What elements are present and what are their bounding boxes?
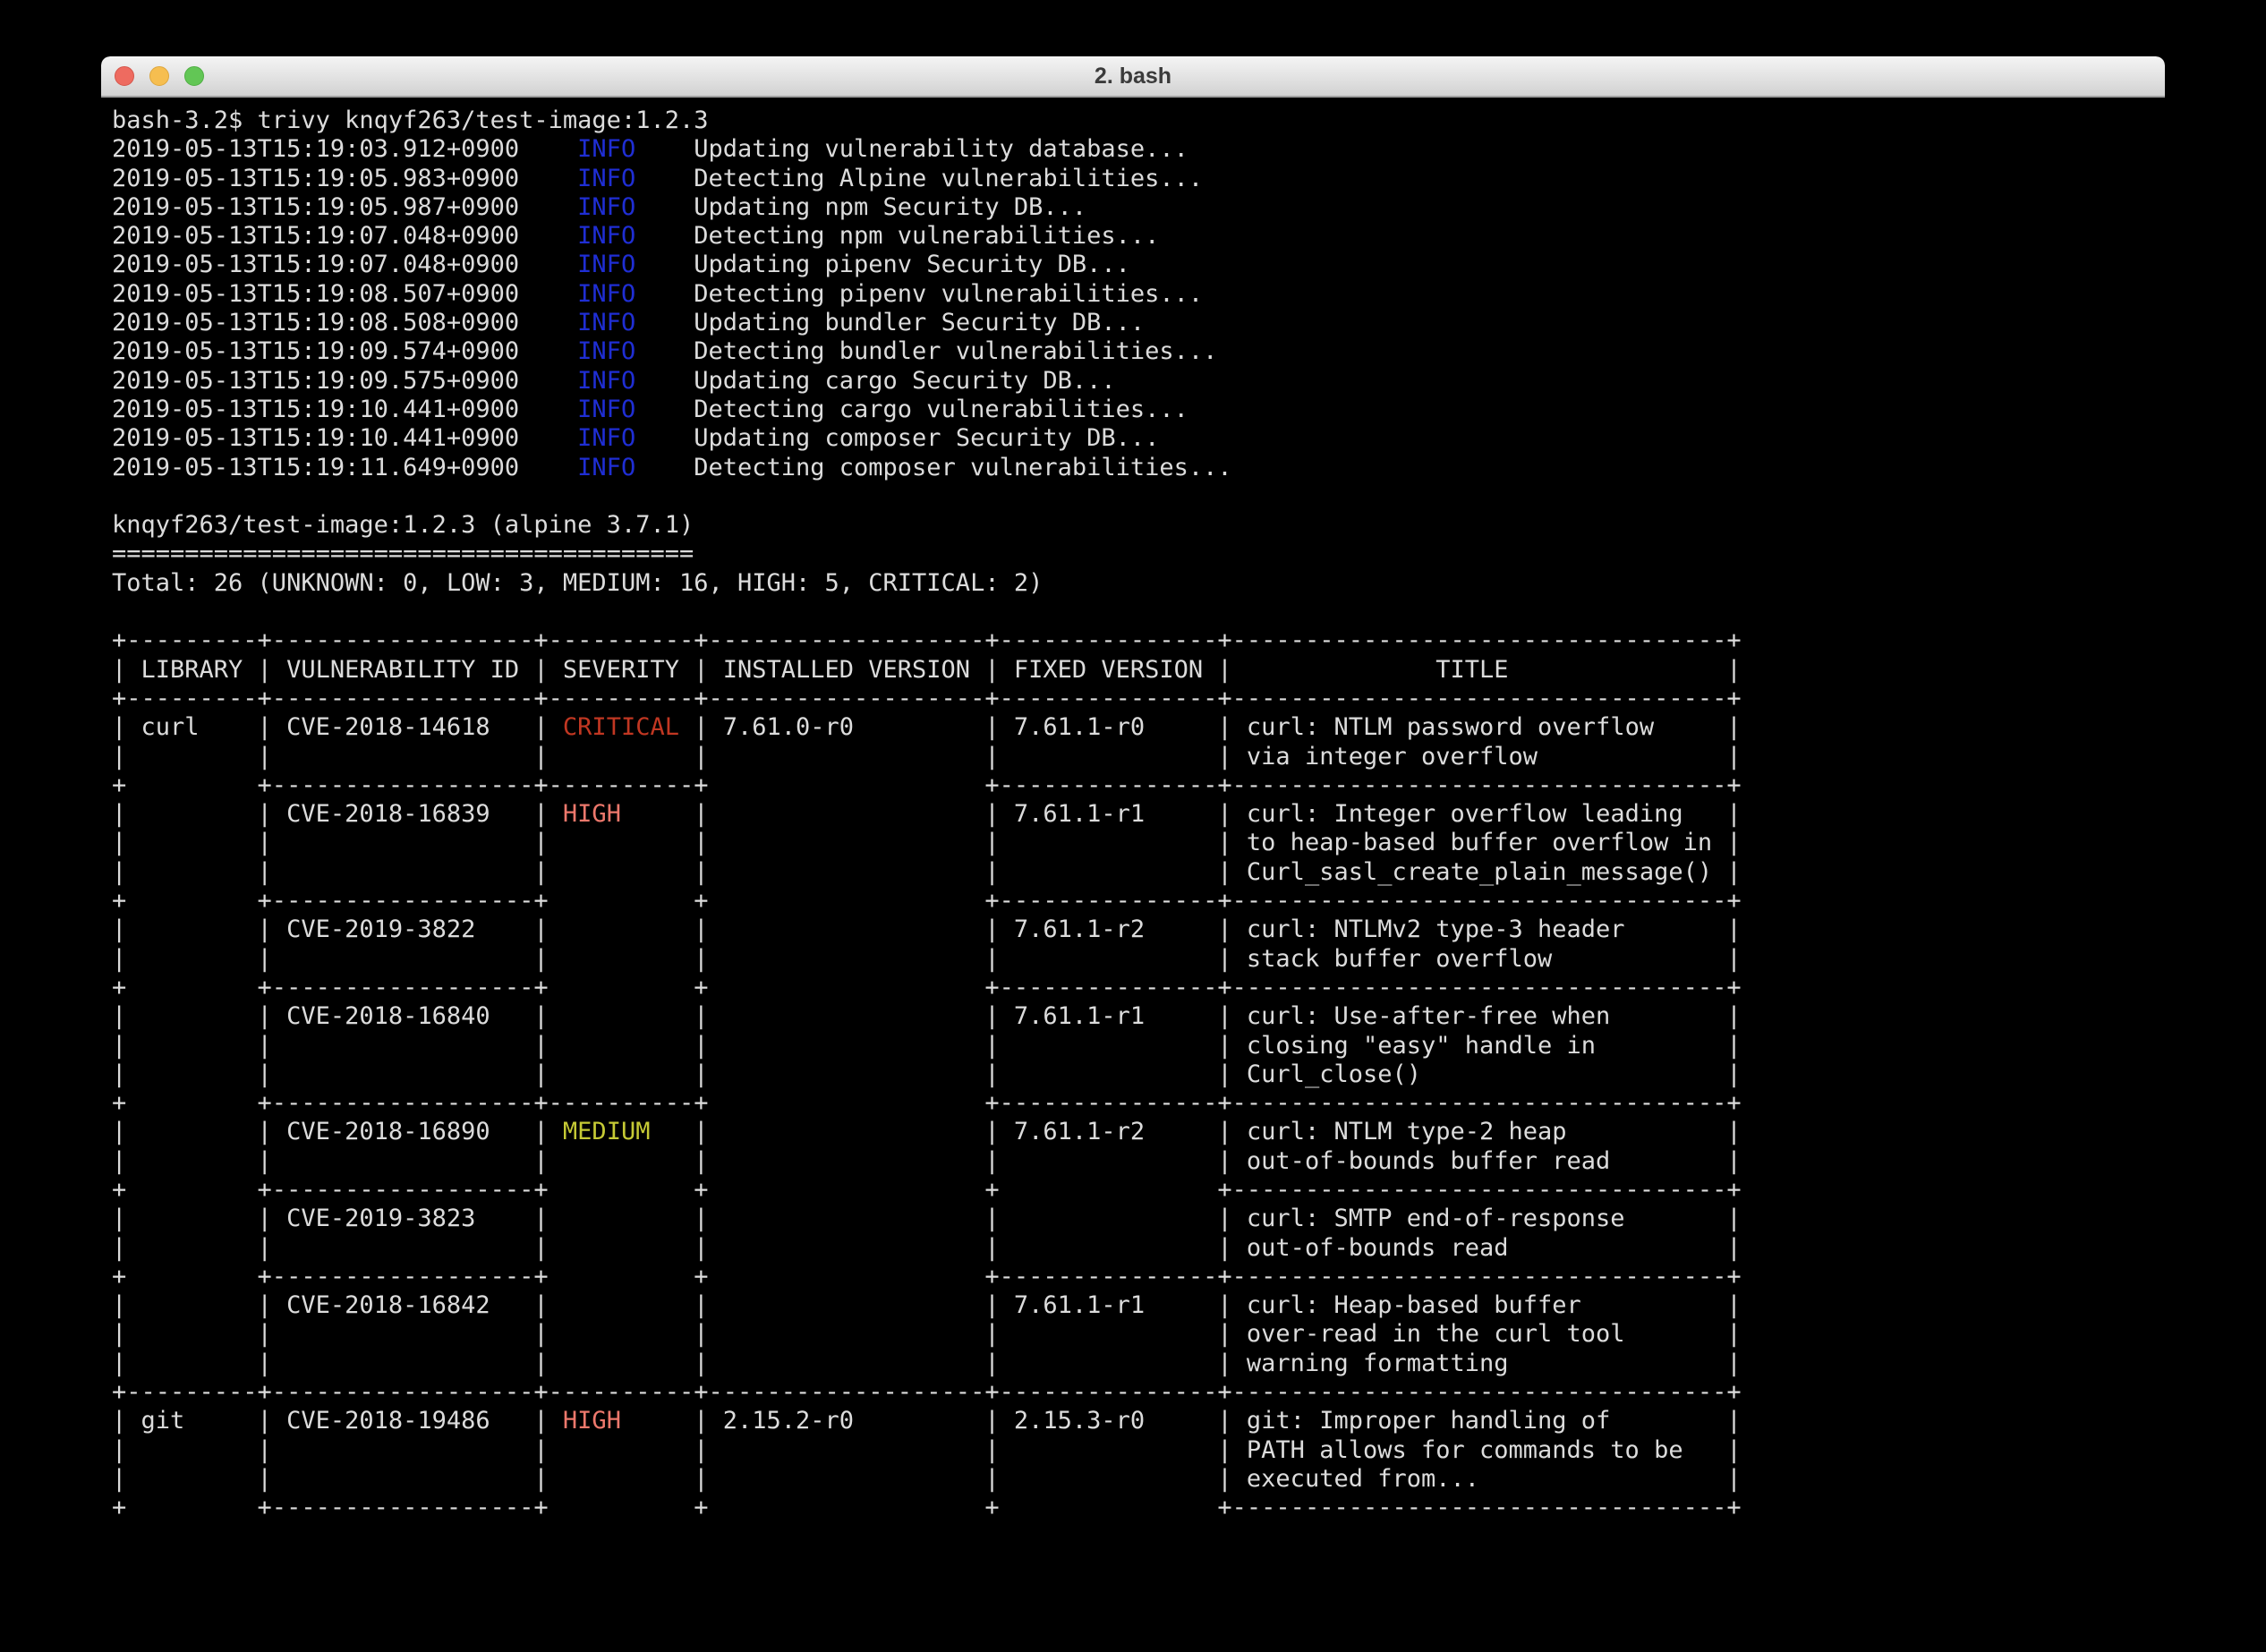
zoom-button[interactable] (184, 66, 204, 86)
terminal-output[interactable]: bash-3.2$ trivy knqyf263/test-image:1.2.… (101, 98, 2165, 1523)
terminal-window: 2. bash bash-3.2$ trivy knqyf263/test-im… (101, 56, 2165, 1652)
log-level-info: INFO (577, 454, 635, 481)
log-level-info: INFO (577, 165, 635, 192)
window-title: 2. bash (1095, 64, 1171, 89)
severity-high: HIGH (563, 1407, 621, 1435)
severity-medium: MEDIUM (563, 1118, 651, 1145)
close-button[interactable] (115, 66, 134, 86)
log-level-info: INFO (577, 251, 635, 278)
log-level-info: INFO (577, 396, 635, 423)
log-level-info: INFO (577, 424, 635, 452)
log-level-info: INFO (577, 222, 635, 250)
severity-high: HIGH (563, 800, 621, 828)
log-level-info: INFO (577, 337, 635, 365)
traffic-lights (115, 56, 204, 96)
window-titlebar[interactable]: 2. bash (101, 56, 2165, 98)
minimize-button[interactable] (149, 66, 169, 86)
desktop-background: 2. bash bash-3.2$ trivy knqyf263/test-im… (0, 0, 2266, 1652)
log-level-info: INFO (577, 309, 635, 336)
log-level-info: INFO (577, 193, 635, 221)
log-level-info: INFO (577, 367, 635, 395)
severity-critical: CRITICAL (563, 713, 679, 741)
log-level-info: INFO (577, 280, 635, 308)
log-level-info: INFO (577, 135, 635, 163)
